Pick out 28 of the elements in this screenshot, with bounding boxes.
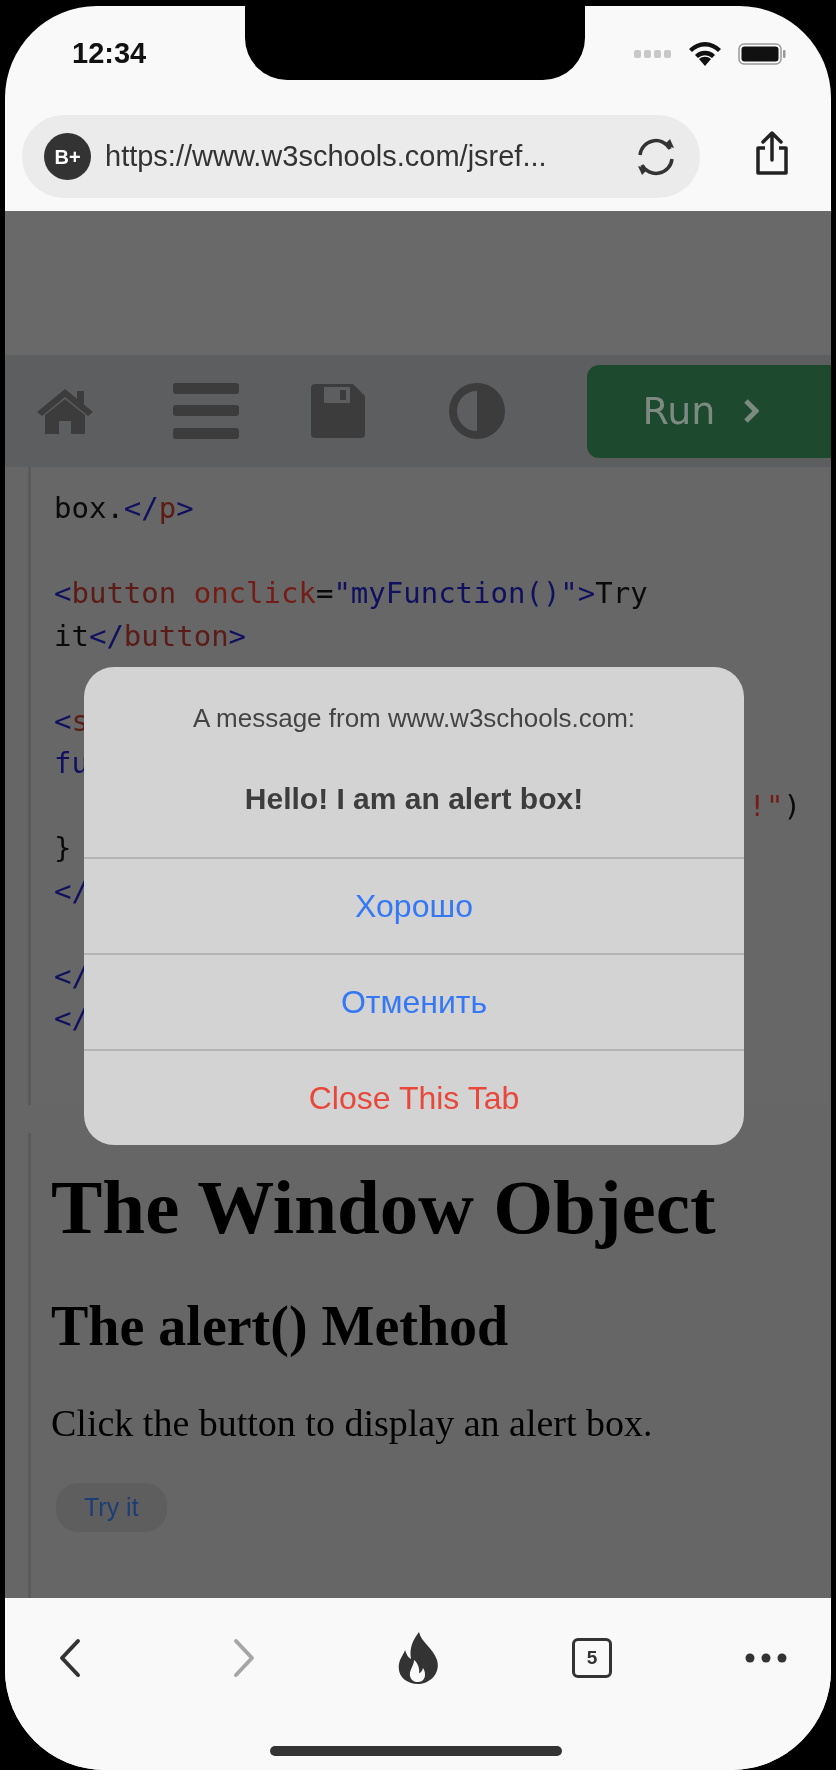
browser-badge: B+ xyxy=(44,133,91,180)
alert-button[interactable]: Хорошо xyxy=(84,857,744,953)
status-time: 12:34 xyxy=(72,35,147,71)
battery-icon xyxy=(738,42,786,65)
wifi-icon xyxy=(688,41,722,66)
tabs-button[interactable]: 5 xyxy=(572,1638,612,1678)
try-it-button[interactable]: Try it xyxy=(56,1482,167,1533)
run-button[interactable]: Run xyxy=(587,364,831,458)
code-line: box.</p> xyxy=(54,491,194,525)
url-text: https://www.w3schools.com/jsref... xyxy=(105,138,548,174)
more-icon[interactable] xyxy=(745,1653,787,1663)
address-bar[interactable]: B+ https://www.w3schools.com/jsref... xyxy=(22,115,700,198)
page-subheading: The alert() Method xyxy=(51,1295,510,1358)
code-line: } xyxy=(54,831,72,865)
code-line: !") xyxy=(748,788,801,823)
page-heading: The Window Object xyxy=(51,1165,717,1250)
code-line: it</button> xyxy=(54,618,247,653)
code-line: <button onclick="myFunction()">Try xyxy=(54,576,648,610)
alert-origin: A message from www.w3schools.com: xyxy=(191,702,637,735)
alert-message: Hello! I am an alert box! xyxy=(243,781,585,817)
close-tab-button[interactable]: Close This Tab xyxy=(84,1049,744,1145)
signal-icon xyxy=(634,49,672,58)
alert-button[interactable]: Отменить xyxy=(84,953,744,1049)
page-paragraph: Click the button to display an alert box. xyxy=(51,1401,654,1447)
back-icon[interactable] xyxy=(58,1638,82,1678)
share-icon[interactable] xyxy=(755,131,789,175)
chevron-icon xyxy=(743,398,760,424)
flame-icon[interactable] xyxy=(397,1632,439,1684)
